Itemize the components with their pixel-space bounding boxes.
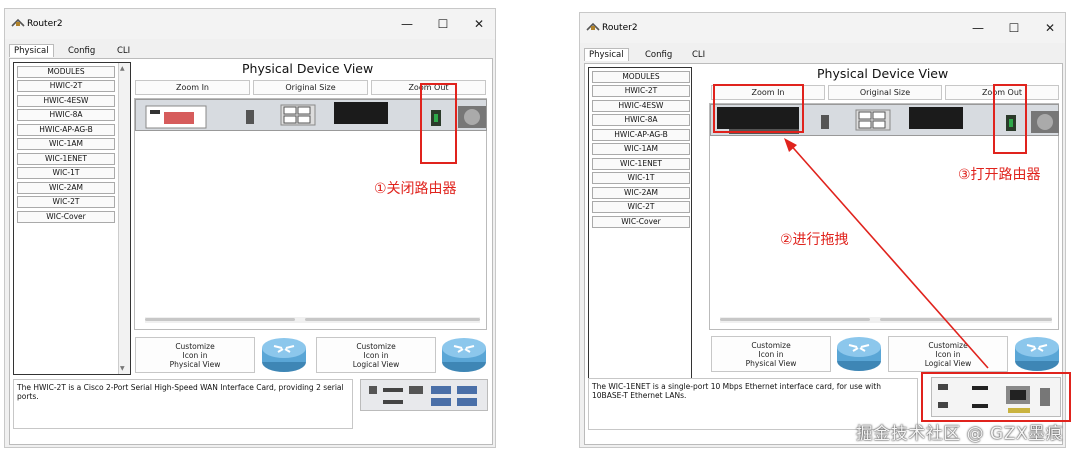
watermark: 掘金技术社区 @ GZX墨痕 <box>855 424 1063 444</box>
annotation-drag: ②进行拖拽 <box>780 232 849 248</box>
annotation-turn-on: ③打开路由器 <box>958 167 1041 183</box>
drag-arrow <box>784 138 989 369</box>
